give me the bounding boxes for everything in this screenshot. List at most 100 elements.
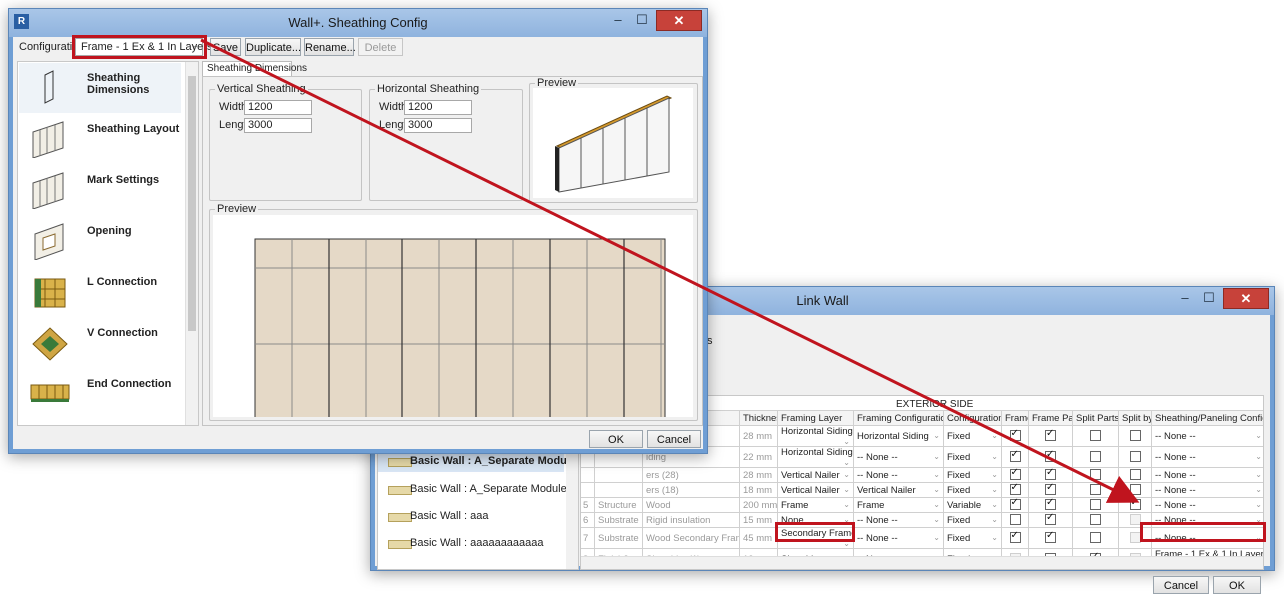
framing-layer-select[interactable]: Horizontal Siding ⌄ <box>777 425 854 447</box>
frame-checkbox[interactable] <box>1009 499 1021 511</box>
split-parts-checkbox[interactable] <box>1090 469 1101 481</box>
sidebar-item-opening[interactable]: Opening <box>19 216 181 266</box>
sheathing-config-select[interactable]: -- None -- ⌄ <box>1151 497 1263 513</box>
frame-checkbox[interactable] <box>1009 449 1021 463</box>
table-row[interactable]: ers (18) 18 mm Vertical Nailer ⌄ Vertical Na… <box>581 482 1263 498</box>
vertical-width-input[interactable]: 1200 <box>244 100 312 115</box>
configuration-select[interactable]: Fixed⌄ <box>943 467 1002 483</box>
framing-config-select[interactable]: -- None --⌄ <box>853 446 944 468</box>
sheathing-config-select[interactable]: -- None -- ⌄ <box>1151 425 1263 447</box>
framing-layer-select[interactable]: Horizontal Siding ⌄ <box>777 446 854 468</box>
framing-config-select[interactable]: Vertical Nailer ⌄ <box>853 482 944 498</box>
sidebar-item-l-connection[interactable]: L Connection <box>19 267 181 317</box>
wall-list-item[interactable]: Basic Wall : A_Separate Modules 2 <box>378 480 578 500</box>
horizontal-scrollbar[interactable] <box>581 556 1263 569</box>
scroll-thumb[interactable] <box>188 76 196 331</box>
split-parts-checkbox[interactable] <box>1090 451 1101 463</box>
table-row[interactable]: 9Finish2Sheathing(2)12 mmSheathing⌄-- No… <box>580 570 1264 571</box>
sidebar-item-v-connection[interactable]: V Connection <box>19 318 181 368</box>
framing-config-select[interactable]: -- None --⌄ <box>854 570 944 571</box>
sidebar-item-mark-settings[interactable]: Mark Settings <box>19 165 181 215</box>
sidebar-item-end-connection[interactable]: End Connection <box>19 369 181 419</box>
framing-config-select[interactable]: Frame ⌄ <box>853 497 944 513</box>
frame-part-checkbox[interactable] <box>1045 499 1056 511</box>
framing-config-select[interactable]: -- None --⌄ <box>853 512 944 528</box>
horizontal-length-input[interactable]: 3000 <box>404 118 472 133</box>
table-row[interactable]: ers (28) 28 mm Vertical Nailer ⌄ -- None -- ⌄… <box>581 467 1263 483</box>
delete-button[interactable]: Delete <box>358 38 403 56</box>
split-by-checkbox[interactable] <box>1129 499 1141 511</box>
split-by-checkbox[interactable] <box>1129 430 1141 442</box>
framing-config-select[interactable]: -- None --⌄ <box>853 467 944 483</box>
wall-list-item[interactable]: Basic Wall : aaaaaaaaaaaa <box>378 534 564 554</box>
wall-list-item[interactable]: Basic Wall : aaa <box>378 507 564 527</box>
minimize-icon[interactable]: – <box>605 11 631 29</box>
split-parts-checkbox[interactable] <box>1090 430 1101 442</box>
frame-checkbox[interactable] <box>1009 469 1021 481</box>
configuration-select[interactable]: Fixed⌄ <box>943 512 1002 528</box>
maximize-icon[interactable]: ☐ <box>1196 289 1222 307</box>
minimize-icon[interactable]: – <box>1172 289 1198 307</box>
vertical-length-input[interactable]: 3000 <box>244 118 312 133</box>
framing-layer-select[interactable]: Vertical Nailer ⌄ <box>777 482 854 498</box>
sheathing-config-select[interactable]: -- None -- ⌄ <box>1151 467 1263 483</box>
maximize-icon[interactable]: ☐ <box>629 11 655 29</box>
split-by-checkbox[interactable] <box>1129 484 1141 496</box>
frame-part-checkbox[interactable] <box>1045 428 1056 442</box>
framing-layer-select[interactable]: Vertical Nailer ⌄ <box>777 467 854 483</box>
frame-part-checkbox[interactable] <box>1045 514 1056 526</box>
split-parts-checkbox[interactable] <box>1090 484 1101 496</box>
sheathing-config-select[interactable]: Frame - 1 Ex & 1 In Layers⌄ <box>1152 570 1265 571</box>
sidebar-item-sheathing-layout[interactable]: Sheathing Layout <box>19 114 181 164</box>
split-parts-checkbox[interactable] <box>1090 499 1101 511</box>
col-header: Frame Part <box>1028 410 1073 426</box>
frame-part-checkbox[interactable] <box>1045 449 1056 463</box>
sheathing-config-select[interactable]: -- None -- ⌄ <box>1151 482 1263 498</box>
split-by-checkbox[interactable] <box>1129 532 1141 544</box>
ok-button[interactable]: OK <box>1213 576 1261 594</box>
framing-config-select[interactable]: -- None --⌄ <box>853 527 944 549</box>
wall-type-list[interactable]: Basic Wall : A_Separate Modules Basic Wa… <box>377 448 579 570</box>
horizontal-width-input[interactable]: 1200 <box>404 100 472 115</box>
sidebar-item-sheathing-dimensions[interactable]: Sheathing Dimensions <box>19 63 181 113</box>
frame-checkbox[interactable] <box>1009 484 1021 496</box>
split-parts-checkbox[interactable] <box>1090 532 1101 544</box>
framing-config-select[interactable]: Horizontal Siding ⌄ <box>853 425 944 447</box>
list-scrollbar[interactable] <box>566 449 578 569</box>
frame-checkbox[interactable] <box>1009 530 1021 544</box>
configuration-select[interactable]: Fixed⌄ <box>944 570 1002 571</box>
framing-layer-select[interactable]: Frame ⌄ <box>777 497 854 513</box>
v-connection-icon <box>29 324 71 362</box>
sheathing-titlebar[interactable]: R Wall+. Sheathing Config – ☐ ✕ <box>9 9 707 37</box>
frame-part-checkbox[interactable] <box>1045 530 1056 544</box>
configuration-select[interactable]: Fixed⌄ <box>943 446 1002 468</box>
split-parts-checkbox[interactable] <box>1090 514 1101 526</box>
frame-part-checkbox[interactable] <box>1045 469 1056 481</box>
cancel-button[interactable]: Cancel <box>647 430 701 448</box>
frame-part-checkbox[interactable] <box>1045 484 1056 496</box>
framing-layer-select[interactable]: Sheathing⌄ <box>778 570 854 571</box>
table-row[interactable]: 5 Structure Wood 200 mm Frame ⌄ Frame ⌄ Variable… <box>581 497 1263 513</box>
split-by-checkbox[interactable] <box>1129 451 1141 463</box>
sheathing-config-select[interactable]: -- None -- ⌄ <box>1151 446 1263 468</box>
configuration-select[interactable]: Variable ⌄ <box>943 497 1002 513</box>
close-icon[interactable]: ✕ <box>1223 288 1269 309</box>
frame-checkbox[interactable] <box>1009 428 1021 442</box>
frame-checkbox[interactable] <box>1009 514 1021 526</box>
ok-button[interactable]: OK <box>589 430 643 448</box>
tab-sheathing-dimensions[interactable]: Sheathing Dimensions <box>202 61 307 77</box>
cancel-button[interactable]: Cancel <box>1153 576 1209 594</box>
rename-button[interactable]: Rename... <box>304 38 356 56</box>
configuration-select[interactable]: Fixed⌄ <box>943 527 1002 549</box>
split-by-checkbox[interactable] <box>1129 469 1141 481</box>
save-button[interactable]: Save <box>210 38 241 56</box>
split-by-cell <box>1118 446 1152 468</box>
duplicate-button[interactable]: Duplicate... <box>245 38 301 56</box>
wall-list-item[interactable]: Basic Wall : A_Separate Modules <box>378 452 578 472</box>
configuration-select[interactable]: Fixed⌄ <box>943 482 1002 498</box>
split-by-checkbox[interactable] <box>1129 514 1141 526</box>
configuration-select[interactable]: Fixed⌄ <box>943 425 1002 447</box>
sidebar-scrollbar[interactable] <box>185 62 198 425</box>
layer-number: 9 <box>580 570 595 571</box>
close-icon[interactable]: ✕ <box>656 10 702 31</box>
